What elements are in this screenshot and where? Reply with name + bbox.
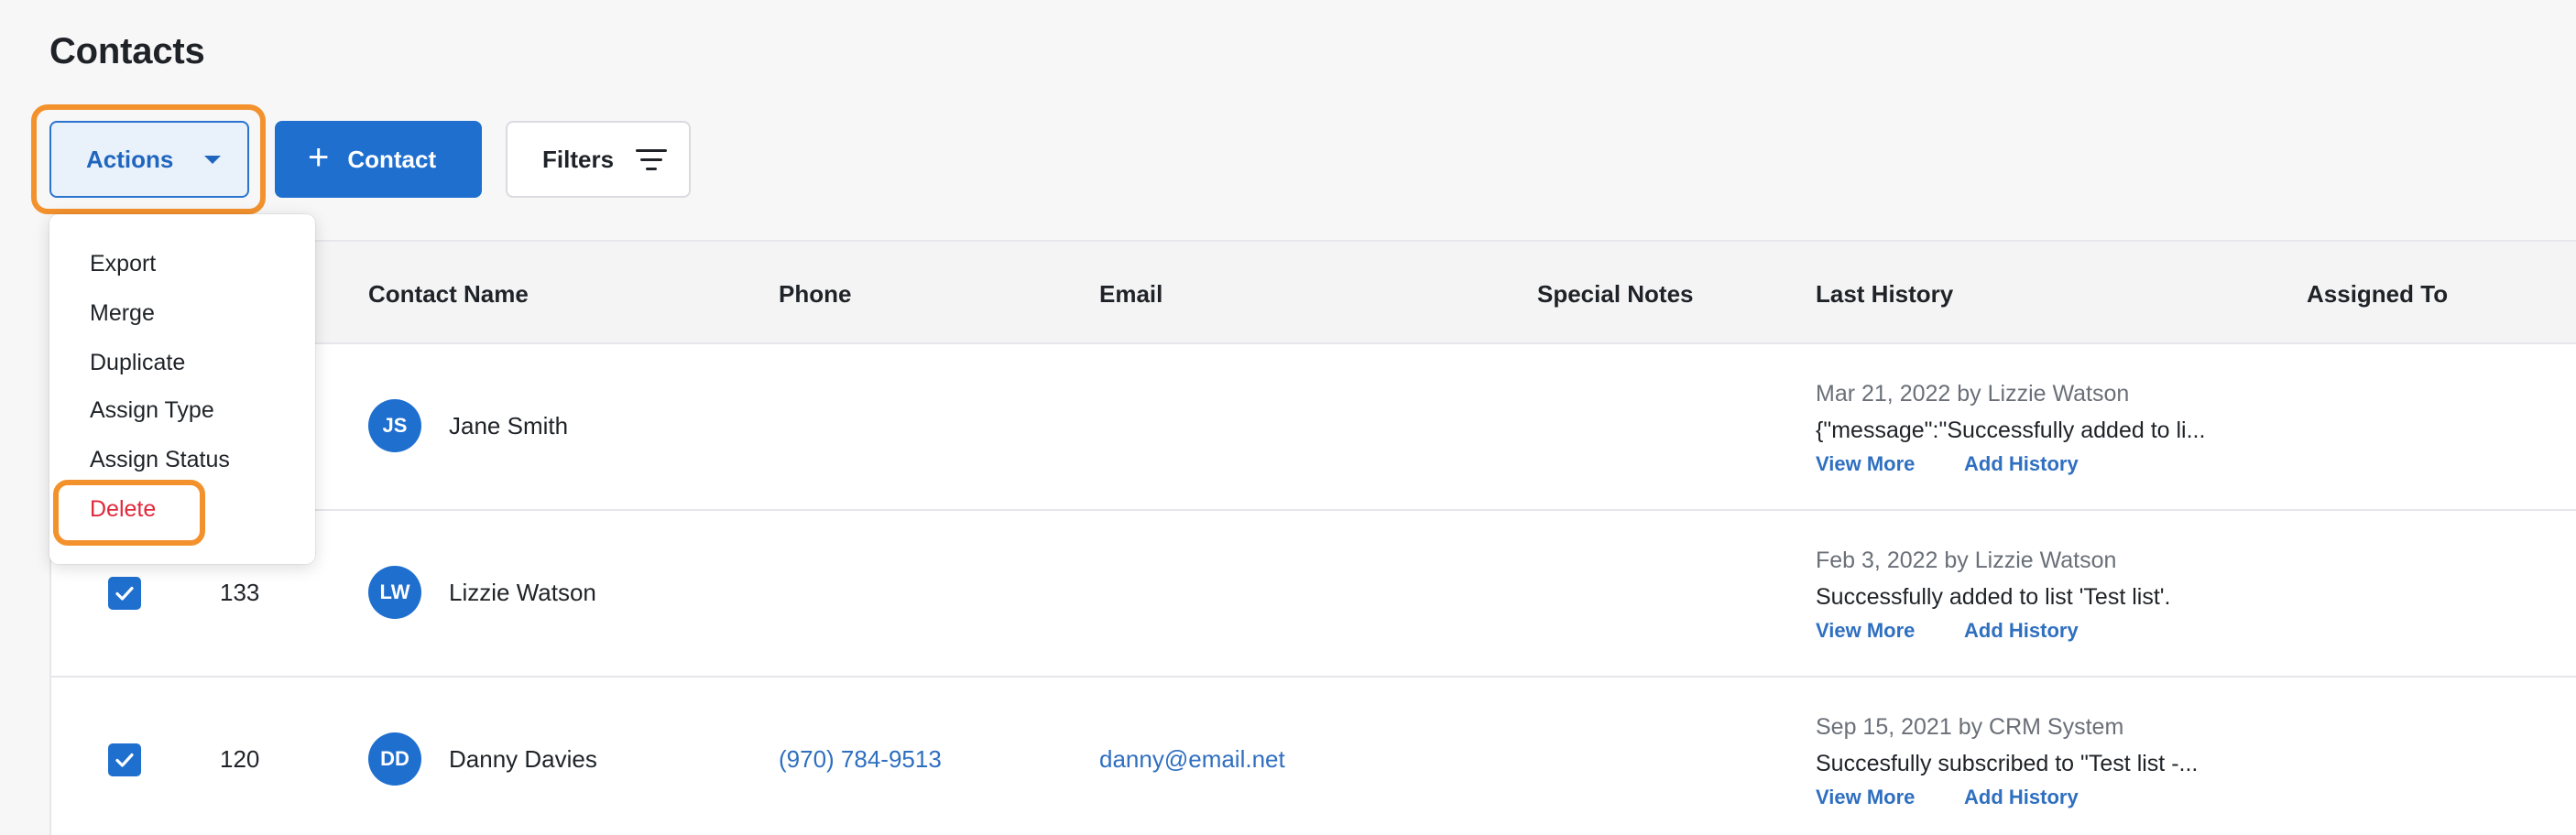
add-history-link[interactable]: Add History bbox=[1964, 619, 2079, 643]
check-icon bbox=[115, 586, 134, 601]
filters-label: Filters bbox=[542, 145, 615, 173]
table-header: Contact Name Phone Email Special Notes L… bbox=[51, 242, 2576, 344]
avatar: DD bbox=[368, 732, 421, 786]
column-header-special-notes[interactable]: Special Notes bbox=[1537, 280, 1694, 309]
history-message: Succesfully subscribed to "Test list -..… bbox=[1816, 751, 2199, 776]
menu-item-merge[interactable]: Merge bbox=[90, 300, 155, 327]
avatar: JS bbox=[368, 399, 421, 452]
view-more-link[interactable]: View More bbox=[1816, 786, 1915, 809]
delete-highlight-outline bbox=[53, 480, 205, 546]
column-header-contact-name[interactable]: Contact Name bbox=[368, 280, 529, 309]
add-contact-button[interactable]: + Contact bbox=[275, 121, 482, 198]
contact-name[interactable]: Danny Davies bbox=[449, 745, 597, 774]
table-row[interactable]: 133 LW Lizzie Watson Feb 3, 2022 by Lizz… bbox=[51, 511, 2576, 678]
history-meta: Feb 3, 2022 by Lizzie Watson bbox=[1816, 548, 2117, 573]
contact-id: 120 bbox=[220, 745, 260, 773]
contact-email[interactable]: danny@email.net bbox=[1099, 745, 1285, 774]
column-header-assigned-to[interactable]: Assigned To bbox=[2307, 280, 2448, 309]
check-icon bbox=[115, 753, 134, 767]
avatar: LW bbox=[368, 566, 421, 619]
menu-item-assign-type[interactable]: Assign Type bbox=[90, 397, 214, 424]
row-checkbox[interactable] bbox=[108, 743, 141, 776]
table-row[interactable]: 120 DD Danny Davies (970) 784-9513 danny… bbox=[51, 678, 2576, 835]
add-history-link[interactable]: Add History bbox=[1964, 786, 2079, 809]
column-header-email[interactable]: Email bbox=[1099, 280, 1162, 309]
history-message: Successfully added to list 'Test list'. bbox=[1816, 584, 2171, 610]
contact-name[interactable]: Lizzie Watson bbox=[449, 579, 596, 607]
contact-name[interactable]: Jane Smith bbox=[449, 412, 568, 440]
contacts-table: Contact Name Phone Email Special Notes L… bbox=[49, 240, 2576, 835]
add-history-link[interactable]: Add History bbox=[1964, 452, 2079, 476]
view-more-link[interactable]: View More bbox=[1816, 452, 1915, 476]
contact-phone[interactable]: (970) 784-9513 bbox=[779, 745, 942, 774]
view-more-link[interactable]: View More bbox=[1816, 619, 1915, 643]
column-header-phone[interactable]: Phone bbox=[779, 280, 851, 309]
history-message: {"message":"Successfully added to li... bbox=[1816, 418, 2206, 443]
contact-id: 133 bbox=[220, 579, 260, 606]
menu-item-export[interactable]: Export bbox=[90, 251, 156, 277]
menu-item-duplicate[interactable]: Duplicate bbox=[90, 350, 185, 376]
filters-button[interactable]: Filters bbox=[506, 121, 691, 198]
menu-item-assign-status[interactable]: Assign Status bbox=[90, 447, 230, 473]
add-contact-label: Contact bbox=[347, 145, 437, 173]
page-title: Contacts bbox=[49, 31, 205, 71]
column-header-last-history[interactable]: Last History bbox=[1816, 280, 1953, 309]
history-meta: Sep 15, 2021 by CRM System bbox=[1816, 714, 2124, 740]
actions-highlight-outline bbox=[31, 104, 266, 214]
contacts-page: Contacts Actions + Contact Filters Conta… bbox=[0, 0, 2576, 835]
plus-icon: + bbox=[308, 137, 330, 178]
filter-icon bbox=[636, 148, 668, 170]
row-checkbox[interactable] bbox=[108, 577, 141, 610]
history-meta: Mar 21, 2022 by Lizzie Watson bbox=[1816, 381, 2130, 407]
table-row[interactable]: JS Jane Smith Mar 21, 2022 by Lizzie Wat… bbox=[51, 344, 2576, 511]
